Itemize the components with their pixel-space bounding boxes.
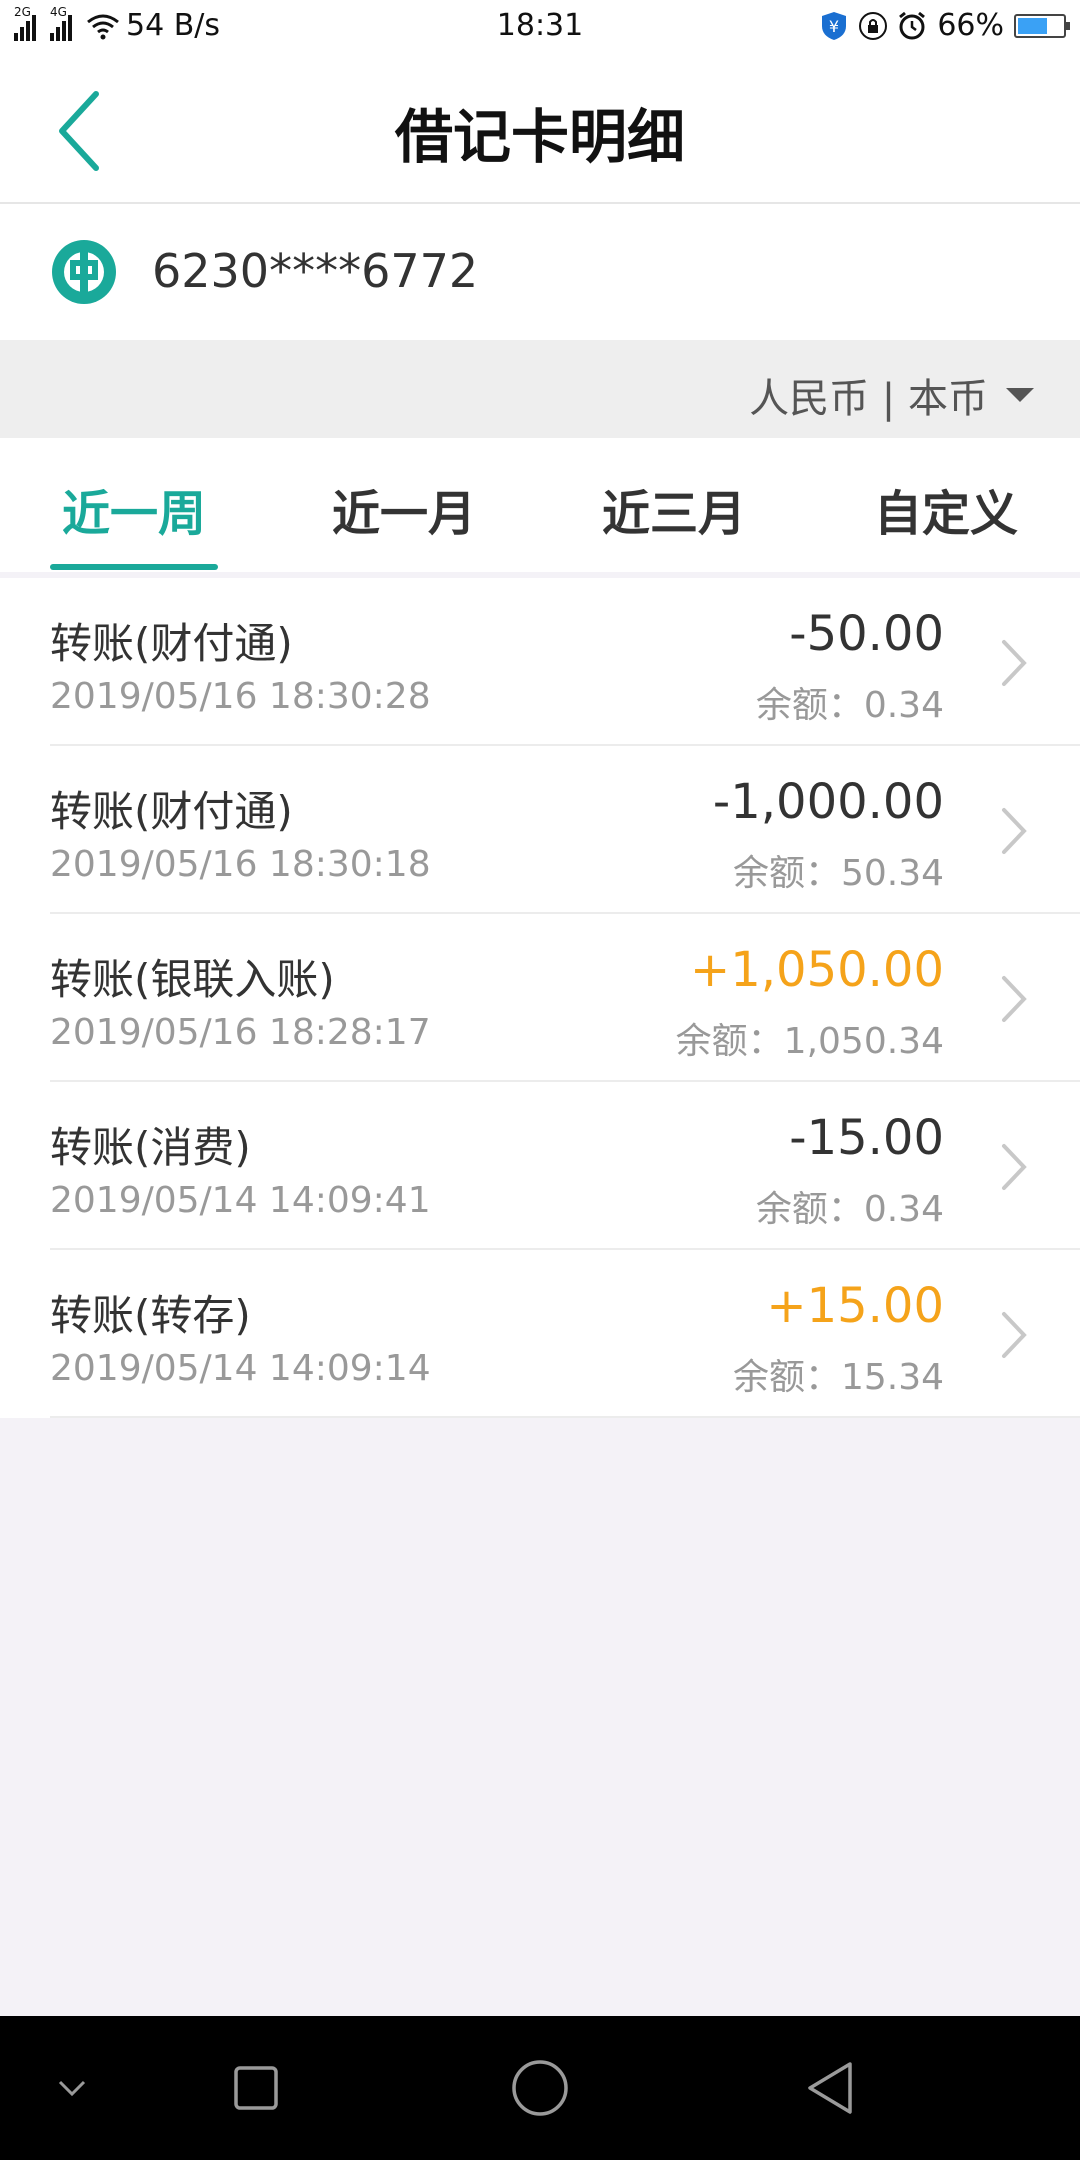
battery-icon <box>1014 13 1070 38</box>
transaction-amount: +1,050.00 <box>690 942 944 998</box>
status-bar: 2G 4G 54 B/s 18:31 ¥ 66% <box>0 0 1080 56</box>
system-nav-bar <box>0 2016 1080 2160</box>
abc-bank-logo-icon <box>52 240 116 304</box>
tab-custom[interactable]: 自定义 <box>862 474 1030 544</box>
transaction-row[interactable]: 转账(消费) 2019/05/14 14:09:41 -15.00 余额：0.3… <box>0 1082 1080 1250</box>
currency-dropdown[interactable]: 人民币 | 本币 <box>749 366 1034 424</box>
transaction-amount: +15.00 <box>766 1278 944 1334</box>
lock-rotation-icon <box>859 11 888 40</box>
chevron-right-icon <box>1002 640 1027 686</box>
circle-icon <box>512 2060 568 2116</box>
tab-three-months[interactable]: 近三月 <box>590 474 758 544</box>
nav-hide-button[interactable] <box>40 2056 104 2120</box>
transaction-title: 转账(消费) <box>50 1123 251 1172</box>
currency-row: 人民币 | 本币 <box>0 340 1080 438</box>
battery-percent: 66% <box>937 8 1004 43</box>
transaction-balance: 余额：15.34 <box>732 1357 944 1398</box>
alarm-icon <box>899 11 926 39</box>
period-tabs: 近一周 近一月 近三月 自定义 <box>0 438 1080 572</box>
currency-label: 人民币 | 本币 <box>749 376 988 422</box>
transaction-title: 转账(转存) <box>50 1291 251 1340</box>
transaction-row[interactable]: 转账(银联入账) 2019/05/16 18:28:17 +1,050.00 余… <box>0 914 1080 1082</box>
transaction-balance: 余额：0.34 <box>755 685 944 726</box>
row-divider <box>50 1416 1080 1418</box>
account-row: 6230****6772 <box>0 204 1080 340</box>
nav-back-button[interactable] <box>798 2056 862 2120</box>
card-number: 6230****6772 <box>152 244 479 298</box>
transaction-row[interactable]: 转账(转存) 2019/05/14 14:09:14 +15.00 余额：15.… <box>0 1250 1080 1418</box>
transaction-datetime: 2019/05/16 18:30:28 <box>50 676 431 717</box>
transaction-datetime: 2019/05/14 14:09:41 <box>50 1180 431 1221</box>
security-shield-icon: ¥ <box>822 11 847 40</box>
chevron-down-icon <box>58 2080 86 2097</box>
transaction-balance: 余额：0.34 <box>755 1189 944 1230</box>
square-icon <box>234 2066 278 2110</box>
transaction-row[interactable]: 转账(财付通) 2019/05/16 18:30:18 -1,000.00 余额… <box>0 746 1080 914</box>
tab-week[interactable]: 近一周 <box>50 474 218 544</box>
transaction-datetime: 2019/05/14 14:09:14 <box>50 1348 431 1389</box>
chevron-right-icon <box>1002 1312 1027 1358</box>
battery-fill <box>1018 17 1048 34</box>
nav-home-button[interactable] <box>508 2056 572 2120</box>
svg-text:¥: ¥ <box>829 17 839 36</box>
transaction-title: 转账(银联入账) <box>50 955 335 1004</box>
transaction-amount: -50.00 <box>789 606 944 662</box>
transaction-row[interactable]: 转账(财付通) 2019/05/16 18:30:28 -50.00 余额：0.… <box>0 578 1080 746</box>
chevron-right-icon <box>1002 808 1027 854</box>
tab-active-indicator <box>50 564 218 570</box>
tab-month[interactable]: 近一月 <box>320 474 488 544</box>
header: 借记卡明细 <box>0 56 1080 204</box>
transaction-balance: 余额：1,050.34 <box>675 1021 944 1062</box>
triangle-back-icon <box>808 2062 852 2114</box>
transaction-datetime: 2019/05/16 18:28:17 <box>50 1012 431 1053</box>
transaction-balance: 余额：50.34 <box>732 853 944 894</box>
transaction-amount: -15.00 <box>789 1110 944 1166</box>
transaction-title: 转账(财付通) <box>50 787 293 836</box>
transaction-datetime: 2019/05/16 18:30:18 <box>50 844 431 885</box>
transaction-list: 转账(财付通) 2019/05/16 18:30:28 -50.00 余额：0.… <box>0 578 1080 1418</box>
transaction-title: 转账(财付通) <box>50 619 293 668</box>
page-title: 借记卡明细 <box>394 103 685 171</box>
chevron-right-icon <box>1002 976 1027 1022</box>
status-right: ¥ 66% <box>819 8 1070 43</box>
transaction-amount: -1,000.00 <box>712 774 944 830</box>
caret-down-icon <box>1006 388 1034 402</box>
nav-recents-button[interactable] <box>224 2056 288 2120</box>
chevron-right-icon <box>1002 1144 1027 1190</box>
